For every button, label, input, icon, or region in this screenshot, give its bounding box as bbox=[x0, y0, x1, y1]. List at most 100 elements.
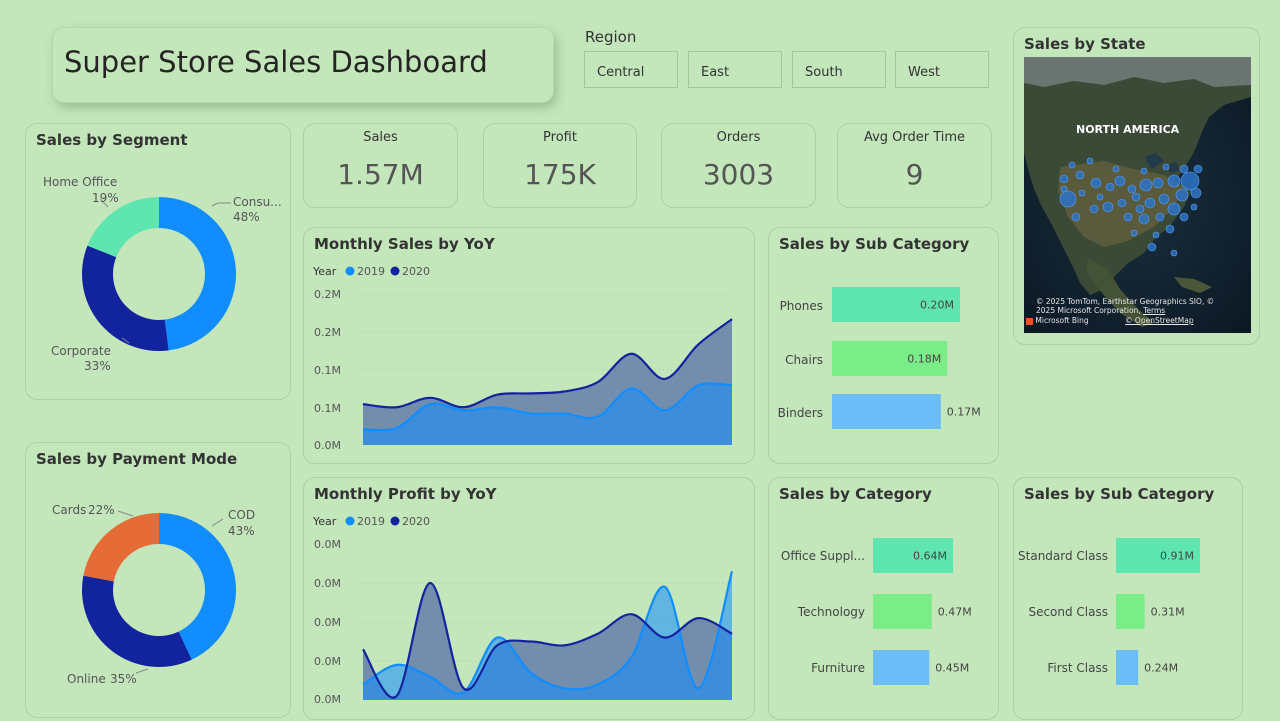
state-map-card[interactable]: Sales by State NORTH AMERICA © 2025 TomT… bbox=[1013, 27, 1260, 345]
state-bubble bbox=[1167, 174, 1181, 188]
state-bubble bbox=[1130, 229, 1138, 237]
y-tick: 0.2M bbox=[314, 288, 341, 301]
legend-marker-2019 bbox=[345, 266, 355, 276]
y-tick: 0.0M bbox=[314, 538, 341, 551]
bar-value-label: 0.18M bbox=[907, 353, 941, 366]
state-bubble bbox=[1138, 213, 1150, 225]
bar-first-class[interactable] bbox=[1116, 650, 1139, 685]
legend-series-2019: 2019 bbox=[357, 515, 385, 528]
kpi-label: Profit bbox=[543, 130, 577, 145]
sub-category-bar-chart: Phones Chairs Binders 0.20M 0.18M 0.17M bbox=[778, 287, 981, 429]
satellite-map[interactable]: NORTH AMERICA © 2025 TomTom, Earthstar G… bbox=[1024, 57, 1251, 333]
y-tick: 0.2M bbox=[314, 326, 341, 339]
legend-series-2020: 2020 bbox=[402, 265, 430, 278]
bar-category-label: Furniture bbox=[811, 661, 865, 675]
y-tick: 0.1M bbox=[314, 364, 341, 377]
y-tick: 0.0M bbox=[314, 577, 341, 590]
region-option-west[interactable]: West bbox=[895, 51, 989, 88]
y-tick: 0.0M bbox=[314, 655, 341, 668]
segment-slice-home-office[interactable] bbox=[87, 197, 159, 258]
state-bubble bbox=[1060, 185, 1068, 193]
state-bubble bbox=[1175, 188, 1189, 202]
state-bubble bbox=[1193, 164, 1203, 174]
state-bubble bbox=[1086, 157, 1094, 165]
payment-pct-cod: 43% bbox=[228, 524, 255, 538]
map-credit-text: © 2025 TomTom, Earthstar Geographics SIO… bbox=[1036, 297, 1215, 315]
payment-donut-chart: COD 43% Online 35% Cards 22% bbox=[52, 503, 255, 686]
region-option-east[interactable]: East bbox=[688, 51, 782, 88]
sub-category-bar-card[interactable]: Sales by Sub Category Phones Chairs Bind… bbox=[768, 227, 999, 464]
state-bubble bbox=[1090, 177, 1102, 189]
region-option-south[interactable]: South bbox=[792, 51, 886, 88]
bar-category-label: Second Class bbox=[1028, 605, 1108, 619]
state-bubble bbox=[1139, 178, 1153, 192]
monthly-sales-card[interactable]: Monthly Sales by YoY Year 2019 2020 0.2M… bbox=[303, 227, 755, 464]
bar-technology[interactable] bbox=[873, 594, 932, 629]
payment-donut-card[interactable]: Sales by Payment Mode COD 43% Online 35%… bbox=[25, 442, 291, 718]
bar-value-label: 0.64M bbox=[913, 550, 947, 563]
kpi-card-profit[interactable]: Profit 175K bbox=[483, 123, 637, 208]
map-terms-link[interactable]: Terms bbox=[1143, 306, 1165, 315]
legend-title: Year bbox=[312, 515, 337, 528]
legend-title: Year bbox=[312, 265, 337, 278]
state-bubble bbox=[1144, 197, 1156, 209]
osm-link[interactable]: © OpenStreetMap bbox=[1125, 316, 1194, 325]
state-bubble bbox=[1162, 163, 1170, 171]
payment-slice-online[interactable] bbox=[82, 575, 192, 667]
segment-label-home-office: Home Office bbox=[43, 175, 117, 189]
category-bar-card[interactable]: Sales by Category Office Suppl... Techno… bbox=[768, 477, 999, 720]
segment-label-consumer: Consu... bbox=[233, 195, 282, 209]
state-bubble bbox=[1102, 201, 1114, 213]
segment-slice-corporate[interactable] bbox=[82, 245, 169, 351]
bar-value-label: 0.47M bbox=[938, 606, 972, 619]
ship-mode-bar-card[interactable]: Sales by Sub Category Standard Class Sec… bbox=[1013, 477, 1243, 720]
segment-pct-consumer: 48% bbox=[233, 210, 260, 224]
state-bubble bbox=[1127, 184, 1137, 194]
map-bubbles bbox=[1059, 157, 1203, 257]
bar-furniture[interactable] bbox=[873, 650, 930, 685]
segment-slice-consu[interactable] bbox=[159, 197, 237, 351]
legend-series-2019: 2019 bbox=[357, 265, 385, 278]
monthly-profit-card[interactable]: Monthly Profit by YoY Year 2019 2020 0.0… bbox=[303, 477, 755, 720]
state-bubble bbox=[1180, 171, 1200, 191]
state-bubble bbox=[1112, 165, 1120, 173]
state-bubble bbox=[1167, 202, 1181, 216]
y-tick: 0.1M bbox=[314, 402, 341, 415]
state-bubble bbox=[1123, 212, 1133, 222]
state-map-title: Sales by State bbox=[1024, 35, 1146, 53]
kpi-card-avg-order-time[interactable]: Avg Order Time 9 bbox=[837, 123, 992, 208]
kpi-value: 3003 bbox=[702, 158, 775, 191]
state-bubble bbox=[1152, 231, 1160, 239]
bar-category-label: Phones bbox=[780, 299, 823, 313]
payment-label-cards: Cards bbox=[52, 503, 86, 517]
state-bubble bbox=[1089, 204, 1099, 214]
kpi-card-sales[interactable]: Sales 1.57M bbox=[303, 123, 458, 208]
bar-second-class[interactable] bbox=[1116, 594, 1145, 629]
state-bubble bbox=[1059, 174, 1069, 184]
bar-value-label: 0.31M bbox=[1151, 606, 1185, 619]
segment-donut-card[interactable]: Sales by Segment Consu... 48% Corporate … bbox=[25, 123, 291, 400]
region-option-central[interactable]: Central bbox=[584, 51, 678, 88]
payment-slice-cards[interactable] bbox=[83, 513, 159, 582]
bar-binders[interactable] bbox=[832, 394, 941, 429]
state-bubble bbox=[1190, 203, 1198, 211]
bar-value-label: 0.24M bbox=[1144, 662, 1178, 675]
ship-mode-bar-chart: Standard Class Second Class First Class … bbox=[1018, 538, 1200, 685]
state-bubble bbox=[1170, 249, 1178, 257]
state-bubble bbox=[1190, 187, 1202, 199]
kpi-card-orders[interactable]: Orders 3003 bbox=[661, 123, 816, 208]
segment-donut-chart: Consu... 48% Corporate 33% Home Office 1… bbox=[43, 175, 282, 373]
legend-series-2020: 2020 bbox=[402, 515, 430, 528]
category-bar-chart: Office Suppl... Technology Furniture 0.6… bbox=[781, 538, 972, 685]
state-bubble bbox=[1179, 212, 1189, 222]
bar-category-label: Chairs bbox=[785, 353, 823, 367]
state-bubble bbox=[1152, 177, 1164, 189]
state-bubble bbox=[1105, 182, 1115, 192]
bar-value-label: 0.17M bbox=[947, 406, 981, 419]
state-bubble bbox=[1071, 212, 1081, 222]
map-brand-row: Microsoft Bing © OpenStreetMap bbox=[1026, 316, 1194, 325]
state-bubble bbox=[1075, 170, 1085, 180]
kpi-label: Avg Order Time bbox=[863, 130, 966, 145]
legend-marker-2020 bbox=[390, 516, 400, 526]
legend-marker-2020 bbox=[390, 266, 400, 276]
